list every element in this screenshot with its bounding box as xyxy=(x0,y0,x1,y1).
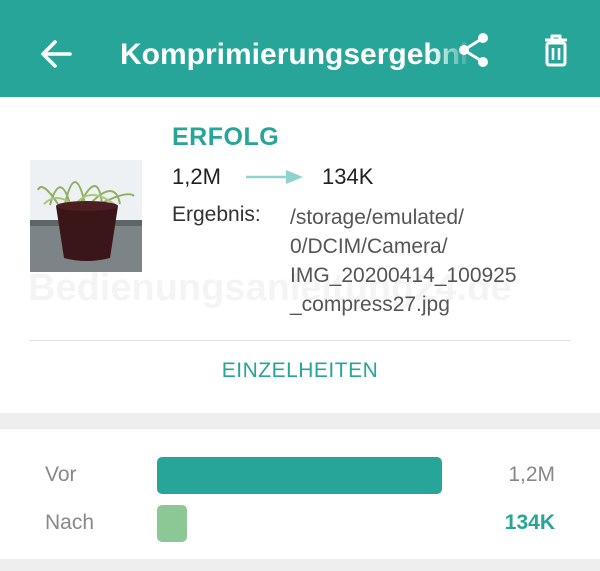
after-bar-track xyxy=(157,505,442,542)
image-thumbnail[interactable] xyxy=(30,160,142,272)
share-icon xyxy=(459,33,488,67)
before-bar xyxy=(157,457,442,494)
result-path-line: IMG_20200414_100925 xyxy=(290,264,517,287)
back-button[interactable] xyxy=(36,34,76,74)
page-title: Komprimierungsergebnis xyxy=(120,38,480,71)
comparison-card: Vor 1,2M Nach 134K xyxy=(0,429,600,559)
arrow-left-icon xyxy=(41,40,72,68)
result-path-line: /storage/emulated/ xyxy=(290,206,464,229)
delete-button[interactable] xyxy=(536,30,576,70)
after-value: 134K xyxy=(504,511,555,534)
before-bar-track xyxy=(157,457,442,494)
result-path-line: _compress27.jpg xyxy=(290,293,450,316)
result-path-line: 0/DCIM/Camera/ xyxy=(290,235,448,258)
before-value: 1,2M xyxy=(508,463,555,486)
result-path: /storage/emulated/ 0/DCIM/Camera/ IMG_20… xyxy=(290,203,580,319)
divider xyxy=(30,340,570,341)
share-button[interactable] xyxy=(454,30,494,70)
size-before: 1,2M xyxy=(172,164,221,189)
trash-icon xyxy=(545,34,567,67)
after-bar xyxy=(157,505,187,542)
before-label: Vor xyxy=(45,463,77,486)
status-label: ERFOLG xyxy=(172,123,280,151)
result-card: ERFOLG 1,2M 134K Ergebnis: /storage/emul… xyxy=(0,97,600,413)
details-button[interactable]: EINZELHEITEN xyxy=(0,359,600,383)
arrow-right-icon xyxy=(246,170,303,184)
after-label: Nach xyxy=(45,511,95,534)
size-after: 134K xyxy=(322,164,374,189)
app-bar: Komprimierungsergebnis xyxy=(0,0,600,97)
result-label: Ergebnis: xyxy=(172,203,261,226)
